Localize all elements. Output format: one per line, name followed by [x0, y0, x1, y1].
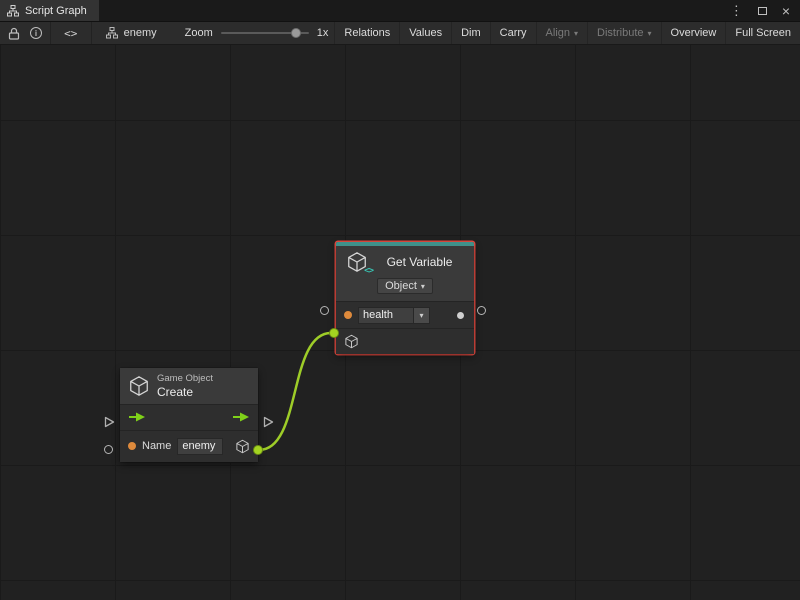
value-output-dot [457, 312, 464, 319]
variable-output-port[interactable] [477, 306, 486, 315]
carry-button[interactable]: Carry [490, 22, 536, 44]
values-button[interactable]: Values [399, 22, 451, 44]
create-flow-row [120, 404, 258, 430]
chevron-down-icon: ▾ [419, 311, 423, 320]
game-object-output-cube-icon [235, 439, 250, 454]
game-object-output-port[interactable] [253, 445, 263, 455]
graph-reference[interactable]: enemy [92, 22, 171, 44]
name-param-input[interactable] [177, 438, 223, 455]
node-get-variable[interactable]: <> Get Variable Object ▾ ▾ [336, 242, 474, 354]
flow-out-arrow-icon[interactable] [232, 412, 250, 422]
flow-in-port[interactable] [104, 416, 115, 428]
relations-button[interactable]: Relations [334, 22, 399, 44]
window-controls: ⋮ × [730, 0, 800, 21]
variable-name-row: ▾ [336, 301, 474, 328]
code-view-icon[interactable]: <> [51, 22, 91, 44]
zoom-slider[interactable] [221, 32, 309, 34]
chevron-down-icon: ▾ [648, 29, 652, 38]
toolbar-buttons: Relations Values Dim Carry Align ▾ Distr… [334, 22, 800, 44]
maximize-icon[interactable] [758, 7, 767, 15]
value-port-dot [344, 311, 352, 319]
toolbar-left-group: i [0, 22, 50, 44]
full-screen-button[interactable]: Full Screen [725, 22, 800, 44]
variable-name-input[interactable] [358, 307, 414, 324]
graph-name-label: enemy [124, 27, 157, 39]
variable-picker-dropdown[interactable]: ▾ [414, 307, 430, 324]
distribute-button[interactable]: Distribute ▾ [587, 22, 660, 44]
zoom-control: Zoom 1x [171, 22, 335, 44]
name-input-port[interactable] [104, 445, 113, 454]
info-icon[interactable]: i [30, 27, 42, 39]
object-target-cube-icon [344, 334, 359, 349]
tab-title: Script Graph [25, 5, 87, 17]
get-variable-header: <> Get Variable [336, 246, 474, 275]
code-badge-icon: <> [364, 266, 373, 276]
variable-kind-dropdown[interactable]: Object ▾ [377, 278, 433, 294]
get-variable-title: Get Variable [375, 255, 464, 269]
flow-out-port[interactable] [263, 416, 274, 428]
dim-button[interactable]: Dim [451, 22, 490, 44]
kebab-menu-icon[interactable]: ⋮ [730, 4, 743, 17]
zoom-label: Zoom [185, 27, 213, 39]
close-icon[interactable]: × [782, 4, 790, 18]
overview-button[interactable]: Overview [661, 22, 726, 44]
object-target-port[interactable] [329, 328, 339, 338]
create-node-subtitle: Game Object [157, 373, 213, 385]
titlebar: Script Graph ⋮ × [0, 0, 800, 21]
value-port-dot [128, 442, 136, 450]
lock-icon[interactable] [8, 27, 20, 40]
create-node-title: Create [157, 385, 213, 399]
script-graph-window: Script Graph ⋮ × i <> enemy [0, 0, 800, 600]
tab-script-graph[interactable]: Script Graph [0, 0, 99, 21]
object-target-row [336, 328, 474, 354]
chevron-down-icon: ▾ [421, 282, 425, 291]
variable-kind-row: Object ▾ [336, 275, 474, 301]
zoom-value: 1x [317, 27, 329, 39]
graph-tab-icon [7, 5, 19, 17]
chevron-down-icon: ▾ [574, 29, 578, 38]
zoom-slider-handle[interactable] [291, 28, 301, 38]
graph-canvas[interactable]: Game Object Create Name [0, 45, 800, 600]
name-param-label: Name [142, 440, 171, 452]
create-node-header: Game Object Create [120, 368, 258, 404]
graph-asset-icon [106, 27, 118, 39]
align-button[interactable]: Align ▾ [536, 22, 587, 44]
variable-input-port[interactable] [320, 306, 329, 315]
node-create-game-object[interactable]: Game Object Create Name [120, 368, 258, 462]
create-name-row: Name [120, 430, 258, 462]
graph-toolbar: i <> enemy Zoom 1x Relations Values Dim [0, 21, 800, 45]
flow-in-arrow-icon[interactable] [128, 412, 146, 422]
game-object-cube-icon [128, 375, 150, 397]
